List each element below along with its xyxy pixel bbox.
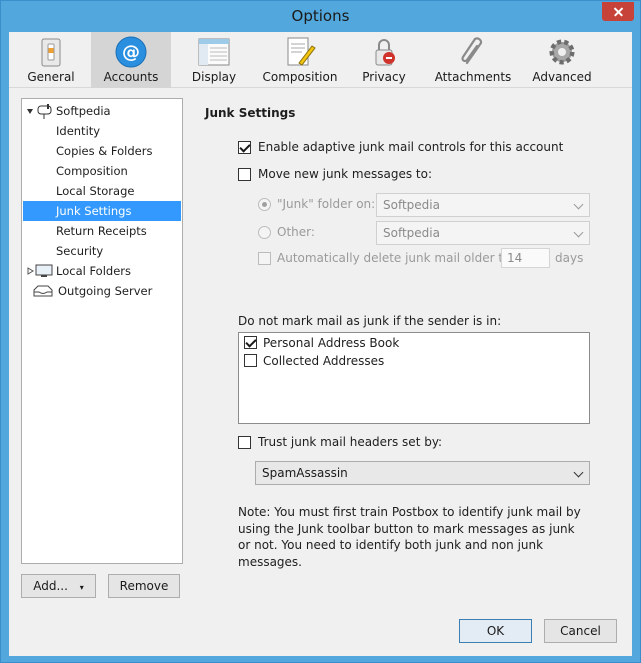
tree-label: Junk Settings: [56, 204, 132, 218]
tree-item-copies-folders[interactable]: Copies & Folders: [23, 141, 181, 161]
tab-privacy[interactable]: Privacy: [347, 32, 421, 88]
other-folder-label: Other:: [277, 225, 315, 239]
tree-item-junk-settings[interactable]: Junk Settings: [23, 201, 181, 221]
outgoing-server-icon: [33, 285, 53, 297]
add-button-label: Add...: [33, 579, 68, 593]
address-book-name: Personal Address Book: [263, 336, 400, 350]
accounts-icon: @: [115, 36, 147, 68]
tab-accounts-label: Accounts: [103, 70, 159, 84]
tree-item-local-storage[interactable]: Local Storage: [23, 181, 181, 201]
tab-advanced[interactable]: Advanced: [521, 32, 603, 88]
ok-button[interactable]: OK: [459, 619, 532, 643]
tree-item-local-folders[interactable]: Local Folders: [23, 261, 181, 281]
tab-general-label: General: [27, 70, 75, 84]
remove-account-button[interactable]: Remove: [108, 574, 180, 598]
address-book-checkbox[interactable]: [244, 354, 257, 367]
tab-advanced-label: Advanced: [532, 70, 592, 84]
expand-down-icon: [27, 109, 33, 114]
other-folder-value: Softpedia: [383, 226, 440, 240]
other-folder-select[interactable]: Softpedia: [376, 221, 590, 245]
tree-label: Security: [56, 244, 104, 258]
enable-adaptive-label: Enable adaptive junk mail controls for t…: [258, 140, 564, 154]
address-book-name: Collected Addresses: [263, 354, 385, 368]
options-window: Options General @ Accounts Display Compo…: [0, 0, 641, 663]
junk-folder-value: Softpedia: [383, 198, 440, 212]
advanced-icon: [549, 39, 575, 65]
mailbox-icon: [37, 104, 52, 119]
tab-attachments[interactable]: Attachments: [425, 32, 521, 88]
move-junk-checkbox[interactable]: [238, 168, 251, 181]
address-book-checkbox[interactable]: [244, 336, 257, 349]
move-junk-label: Move new junk messages to:: [258, 167, 433, 181]
junk-folder-radio[interactable]: [258, 198, 271, 211]
tree-label: Local Storage: [56, 184, 135, 198]
tab-privacy-label: Privacy: [362, 70, 406, 84]
tab-attachments-label: Attachments: [434, 70, 512, 84]
cancel-button[interactable]: Cancel: [544, 619, 617, 643]
tree-label: Identity: [56, 124, 101, 138]
window-title: Options: [291, 7, 350, 25]
trust-headers-label: Trust junk mail headers set by:: [258, 435, 443, 449]
dropdown-arrow-icon: ▾: [79, 583, 84, 592]
composition-icon: [287, 37, 316, 66]
tree-item-composition[interactable]: Composition: [23, 161, 181, 181]
svg-text:@: @: [122, 42, 140, 63]
privacy-icon: [375, 39, 395, 66]
chevron-down-icon: [573, 227, 584, 238]
add-account-button[interactable]: Add... ▾: [21, 574, 96, 598]
enable-adaptive-checkbox[interactable]: [238, 141, 251, 154]
tree-item-identity[interactable]: Identity: [23, 121, 181, 141]
days-label: days: [555, 251, 584, 265]
general-icon: [41, 38, 61, 67]
remove-button-label: Remove: [119, 579, 169, 593]
chevron-down-icon: [573, 467, 584, 478]
computer-icon: [35, 264, 53, 277]
trust-headers-checkbox[interactable]: [238, 436, 251, 449]
tab-composition-label: Composition: [262, 70, 338, 84]
spam-filter-value: SpamAssassin: [262, 466, 348, 480]
cancel-label: Cancel: [560, 624, 601, 638]
title-bar: Options: [1, 1, 640, 32]
page-title: Junk Settings: [205, 106, 296, 120]
display-icon: [198, 38, 230, 66]
dialog-body: General @ Accounts Display Composition P…: [9, 32, 632, 656]
expand-right-icon: [27, 267, 34, 275]
other-folder-radio[interactable]: [258, 226, 271, 239]
junk-folder-select[interactable]: Softpedia: [376, 193, 590, 217]
tree-item-return-receipts[interactable]: Return Receipts: [23, 221, 181, 241]
junk-settings-panel: Junk Settings Enable adaptive junk mail …: [191, 98, 632, 618]
address-book-list: Personal Address Book Collected Addresse…: [238, 332, 590, 424]
close-button[interactable]: [602, 2, 634, 21]
tree-item-security[interactable]: Security: [23, 241, 181, 261]
spam-filter-select[interactable]: SpamAssassin: [255, 461, 590, 485]
tree-label: Copies & Folders: [56, 144, 153, 158]
tree-item-outgoing-server[interactable]: Outgoing Server: [23, 281, 181, 301]
chevron-down-icon: [573, 199, 584, 210]
tab-display[interactable]: Display: [175, 32, 253, 88]
auto-delete-label: Automatically delete junk mail older tha…: [277, 251, 526, 265]
attachments-icon: [461, 37, 483, 65]
tab-display-label: Display: [191, 70, 237, 84]
training-note: Note: You must first train Postbox to id…: [238, 505, 581, 569]
account-name: Softpedia: [56, 104, 111, 118]
account-tree: Softpedia Identity Copies & Folders Comp…: [21, 98, 183, 564]
options-toolbar: General @ Accounts Display Composition P…: [9, 32, 632, 88]
whitelist-label: Do not mark mail as junk if the sender i…: [238, 314, 502, 328]
tree-item-account[interactable]: Softpedia: [23, 101, 181, 121]
tree-label: Composition: [56, 164, 128, 178]
tree-label: Outgoing Server: [58, 284, 153, 298]
tab-accounts[interactable]: @ Accounts: [91, 32, 171, 88]
tree-label: Local Folders: [56, 264, 131, 278]
tab-composition[interactable]: Composition: [257, 32, 343, 88]
days-input[interactable]: 14: [501, 248, 550, 268]
tab-general[interactable]: General: [13, 32, 89, 88]
auto-delete-checkbox[interactable]: [258, 252, 271, 265]
junk-folder-label: "Junk" folder on:: [277, 197, 376, 211]
tree-label: Return Receipts: [56, 224, 147, 238]
ok-label: OK: [486, 624, 505, 638]
